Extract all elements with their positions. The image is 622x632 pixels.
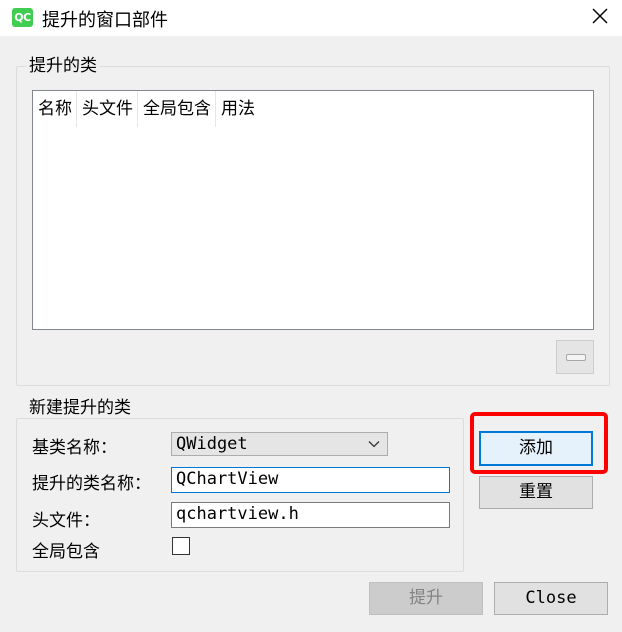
promoted-classes-table[interactable]: 名称 头文件 全局包含 用法 bbox=[32, 90, 594, 330]
base-class-label: 基类名称： bbox=[32, 438, 117, 458]
reset-button-label: 重置 bbox=[519, 482, 553, 502]
column-header-name[interactable]: 名称 bbox=[33, 91, 77, 127]
title-bar: QC 提升的窗口部件 bbox=[0, 0, 622, 36]
close-button-label: Close bbox=[525, 588, 577, 608]
close-button[interactable]: Close bbox=[494, 582, 608, 615]
promoted-class-name-input[interactable]: QChartView bbox=[171, 467, 450, 493]
promote-button-label: 提升 bbox=[409, 588, 443, 608]
header-file-input[interactable]: qchartview.h bbox=[171, 502, 450, 528]
column-header-global-include[interactable]: 全局包含 bbox=[138, 91, 216, 127]
header-file-label: 头文件： bbox=[32, 511, 100, 531]
base-class-value: QWidget bbox=[176, 434, 248, 454]
qt-logo-icon: QC bbox=[12, 8, 33, 27]
promoted-classes-title: 提升的类 bbox=[26, 56, 100, 76]
promoted-widgets-dialog: QC 提升的窗口部件 提升的类 名称 头文件 全局包含 用法 新建提升的类 基类… bbox=[0, 0, 622, 632]
base-class-combobox[interactable]: QWidget bbox=[171, 432, 388, 456]
add-button-label: 添加 bbox=[519, 438, 553, 458]
chevron-down-icon bbox=[368, 441, 380, 448]
promoted-class-name-label: 提升的类名称： bbox=[32, 474, 151, 494]
column-header-header-file[interactable]: 头文件 bbox=[77, 91, 138, 127]
new-promoted-class-title: 新建提升的类 bbox=[26, 398, 134, 418]
minus-icon bbox=[566, 354, 586, 361]
window-title: 提升的窗口部件 bbox=[42, 10, 168, 31]
global-include-label: 全局包含 bbox=[32, 542, 100, 562]
promote-button[interactable]: 提升 bbox=[369, 582, 483, 615]
table-header: 名称 头文件 全局包含 用法 bbox=[33, 91, 259, 127]
global-include-checkbox[interactable] bbox=[172, 537, 190, 555]
remove-button[interactable] bbox=[556, 340, 594, 374]
reset-button[interactable]: 重置 bbox=[479, 476, 593, 509]
column-header-usage[interactable]: 用法 bbox=[216, 91, 259, 127]
close-icon[interactable] bbox=[588, 4, 612, 28]
add-button[interactable]: 添加 bbox=[479, 431, 593, 466]
